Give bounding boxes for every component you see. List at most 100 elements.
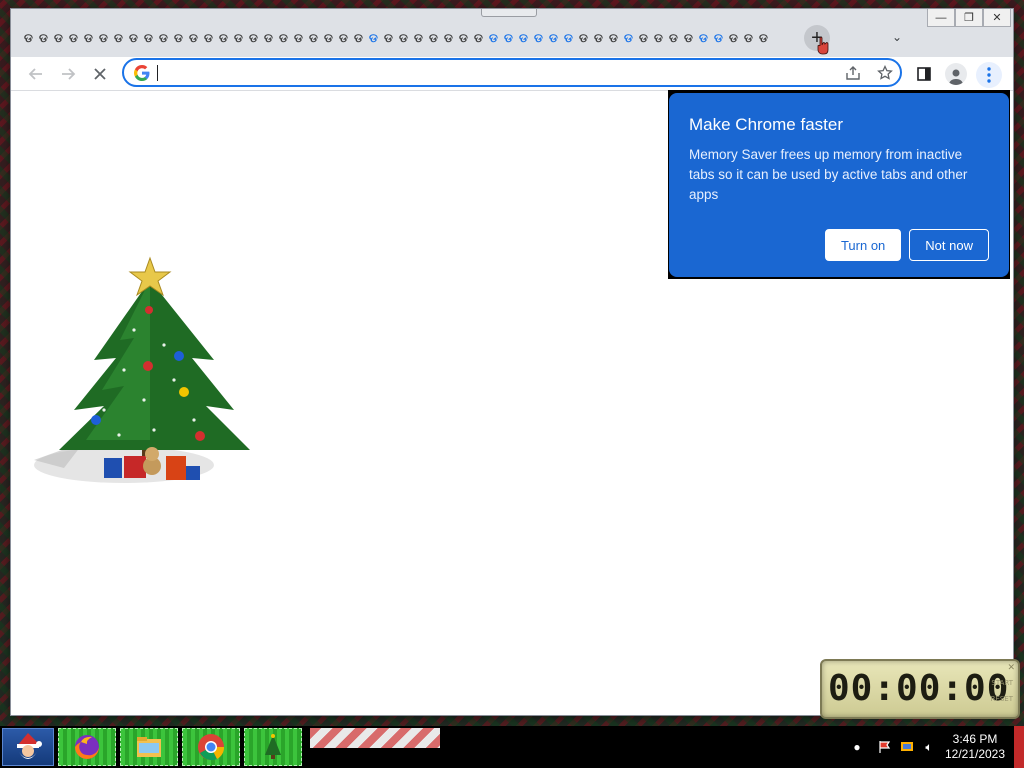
tree-icon [265, 734, 281, 759]
show-desktop-button[interactable] [1014, 726, 1024, 768]
tab-favicon-icon[interactable]: ଡ [456, 30, 471, 46]
tab-favicon-icon[interactable]: ଡ [681, 30, 696, 46]
forward-button[interactable] [55, 61, 81, 87]
drag-handle[interactable] [481, 9, 537, 17]
tab-favicon-icon[interactable]: ଡ [621, 30, 636, 46]
tab-favicon-icon[interactable]: ଡ [666, 30, 681, 46]
tab-favicon-icon[interactable]: ଡ [636, 30, 651, 46]
tab-favicon-icon[interactable]: ଡ [561, 30, 576, 46]
tab-favicon-icon[interactable]: ଡ [66, 30, 81, 46]
turn-on-button[interactable]: Turn on [824, 229, 902, 261]
tab-favicon-icon[interactable]: ଡ [336, 30, 351, 46]
timer-start-button[interactable]: START [991, 679, 1013, 687]
back-button[interactable] [23, 61, 49, 87]
start-button[interactable] [2, 728, 54, 766]
close-icon [94, 68, 106, 80]
tab-favicon-icon[interactable]: ଡ [516, 30, 531, 46]
restore-button[interactable]: ❐ [955, 9, 983, 27]
minimize-icon: — [935, 11, 947, 24]
tray-dot-icon[interactable]: ● [846, 736, 868, 758]
tab-favicon-icon[interactable]: ଡ [126, 30, 141, 46]
tab-favicon-icon[interactable]: ଡ [606, 30, 621, 46]
volume-icon[interactable]: 🔈︎ [918, 736, 940, 758]
countdown-timer-gadget: 00:00:00 START RESET ✕ [820, 659, 1020, 719]
timer-reset-button[interactable]: RESET [991, 695, 1013, 703]
stop-loading-button[interactable] [87, 61, 113, 87]
tab-favicon-icon[interactable]: ଡ [141, 30, 156, 46]
side-panel-icon [917, 67, 931, 81]
tab-favicon-icon[interactable]: ଡ [426, 30, 441, 46]
tab-favicon-icon[interactable]: ଡ [321, 30, 336, 46]
tab-favicon-icon[interactable]: ଡ [741, 30, 756, 46]
taskbar-file-explorer[interactable] [120, 728, 178, 766]
tab-favicon-icon[interactable]: ଡ [711, 30, 726, 46]
side-panel-button[interactable] [911, 61, 937, 87]
tab-favicon-icon[interactable]: ଡ [396, 30, 411, 46]
chrome-icon [198, 734, 225, 761]
tab-favicon-icon[interactable]: ଡ [111, 30, 126, 46]
taskbar-decoration [310, 728, 440, 748]
tab-favicon-icon[interactable]: ଡ [726, 30, 741, 46]
tab-favicon-icon[interactable]: ଡ [186, 30, 201, 46]
firefox-icon [75, 735, 99, 759]
minimize-button[interactable]: — [927, 9, 955, 27]
tab-search-button[interactable]: ⌄ [887, 27, 907, 47]
tab-favicon-icon[interactable]: ଡ [81, 30, 96, 46]
network-icon[interactable] [896, 736, 918, 758]
tab-favicon-icon[interactable]: ଡ [486, 30, 501, 46]
tab-favicon-icon[interactable]: ଡ [21, 30, 36, 46]
tab-favicon-icon[interactable]: ଡ [261, 30, 276, 46]
close-icon: ✕ [992, 12, 1002, 24]
tab-favicon-icon[interactable]: ଡ [156, 30, 171, 46]
action-center-icon [879, 741, 891, 753]
tab-favicon-icon[interactable]: ଡ [231, 30, 246, 46]
tab-favicon-icon[interactable]: ଡ [276, 30, 291, 46]
tab-favicon-icon[interactable]: ଡ [501, 30, 516, 46]
tab-favicon-icon[interactable]: ଡ [441, 30, 456, 46]
timer-display: 00:00:00 [828, 668, 1010, 709]
taskbar-clock[interactable]: 3:46 PM 12/21/2023 [940, 732, 1010, 762]
address-input[interactable] [157, 63, 837, 83]
taskbar-christmas-tree[interactable] [244, 728, 302, 766]
google-icon [134, 65, 150, 81]
tab-favicon-icon[interactable]: ଡ [546, 30, 561, 46]
tab-favicon-icon[interactable]: ଡ [351, 30, 366, 46]
not-now-button[interactable]: Not now [909, 229, 989, 261]
clock-time: 3:46 PM [952, 732, 998, 746]
tab-favicon-icon[interactable]: ଡ [696, 30, 711, 46]
share-button[interactable] [843, 63, 863, 83]
tab-favicon-icon[interactable]: ଡ [651, 30, 666, 46]
tab-favicon-icon[interactable]: ଡ [201, 30, 216, 46]
tab-favicon-icon[interactable]: ଡ [51, 30, 66, 46]
tab-favicon-icon[interactable]: ଡ [471, 30, 486, 46]
tab-favicon-icon[interactable]: ଡ [366, 30, 381, 46]
christmas-tree-gadget[interactable] [24, 250, 256, 500]
tab-favicon-icon[interactable]: ଡ [171, 30, 186, 46]
tab-favicon-icon[interactable]: ଡ [36, 30, 51, 46]
profile-button[interactable] [945, 63, 967, 85]
network-tray-icon [901, 742, 913, 751]
tab-favicon-icon[interactable]: ଡ [381, 30, 396, 46]
flag-icon[interactable] [874, 736, 896, 758]
kebab-menu-icon [987, 67, 991, 83]
tab-favicon-icon[interactable]: ଡ [531, 30, 546, 46]
taskbar: ● 🔈︎ 3:46 PM 12/21/2023 [0, 726, 1024, 768]
taskbar-chrome[interactable] [182, 728, 240, 766]
tab-favicon-icon[interactable]: ଡ [216, 30, 231, 46]
tab-favicon-icon[interactable]: ଡ [291, 30, 306, 46]
address-bar[interactable] [122, 58, 902, 87]
tab-favicon-icon[interactable]: ଡ [96, 30, 111, 46]
tab-favicon-icon[interactable]: ଡ [576, 30, 591, 46]
tab-favicon-icon[interactable]: ଡ [411, 30, 426, 46]
tab-favicon-icon[interactable]: ଡ [246, 30, 261, 46]
tab-favicon-icon[interactable]: ଡ [591, 30, 606, 46]
timer-close-button[interactable]: ✕ [1007, 662, 1015, 673]
clock-date: 12/21/2023 [944, 747, 1006, 761]
bookmark-button[interactable] [875, 63, 895, 83]
tab-favicon-icon[interactable]: ଡ [756, 30, 771, 46]
taskbar-firefox[interactable] [58, 728, 116, 766]
tab-favicon-icon[interactable]: ଡ [306, 30, 321, 46]
chrome-menu-button[interactable] [976, 62, 1002, 88]
system-tray: ● 🔈︎ 3:46 PM 12/21/2023 [846, 726, 1024, 768]
close-window-button[interactable]: ✕ [983, 9, 1011, 27]
